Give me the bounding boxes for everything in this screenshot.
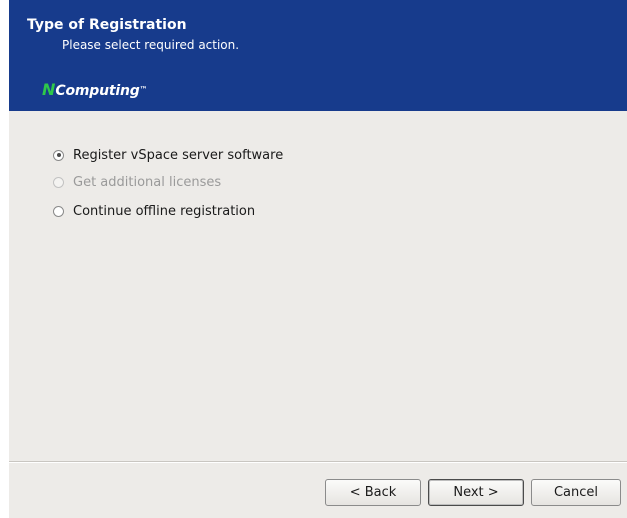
radio-button[interactable] [53, 149, 64, 161]
cancel-button[interactable]: Cancel [531, 479, 621, 506]
wizard-content: Register vSpace server software Get addi… [9, 111, 627, 453]
page: Type of Registration Please select requi… [0, 0, 627, 518]
logo-text: Computing [55, 83, 140, 99]
back-button[interactable]: < Back [325, 479, 421, 506]
page-title: Type of Registration [27, 17, 187, 33]
footer-divider [9, 461, 627, 463]
radio-button[interactable] [53, 205, 64, 217]
radio-option-register-server[interactable]: Register vSpace server software [53, 146, 283, 164]
radio-option-offline-registration[interactable]: Continue offline registration [53, 202, 255, 220]
radio-option-label: Get additional licenses [73, 174, 222, 190]
radio-option-additional-licenses: Get additional licenses [53, 173, 221, 191]
registration-wizard: Type of Registration Please select requi… [9, 0, 627, 518]
logo-trademark: ™ [139, 85, 148, 94]
radio-button [53, 176, 64, 188]
ncomputing-logo: NComputing™ [42, 80, 148, 100]
radio-option-label: Continue offline registration [73, 203, 256, 219]
next-button[interactable]: Next > [428, 479, 524, 506]
page-subtitle: Please select required action. [62, 38, 240, 52]
logo-mark: N [42, 80, 56, 99]
wizard-header: Type of Registration Please select requi… [9, 0, 627, 111]
radio-option-label: Register vSpace server software [73, 147, 284, 163]
